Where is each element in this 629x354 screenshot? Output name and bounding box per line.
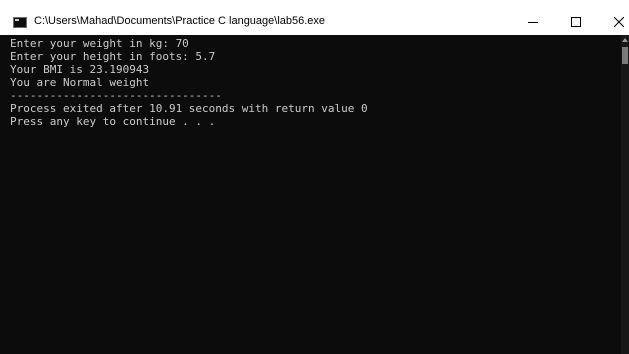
scroll-up-arrow-icon[interactable] (622, 38, 628, 42)
close-icon (614, 17, 624, 27)
console-line: You are Normal weight (10, 76, 150, 89)
console-window: C:\Users\Mahad\Documents\Practice C lang… (0, 9, 629, 354)
separator-line: -------------------------------- (10, 89, 222, 102)
maximize-button[interactable] (553, 9, 599, 35)
console-app-icon[interactable] (13, 17, 27, 28)
console-output[interactable]: Enter your weight in kg: 70 Enter your h… (0, 35, 621, 354)
title-bar[interactable]: C:\Users\Mahad\Documents\Practice C lang… (0, 9, 629, 35)
console-line: Enter your weight in kg: 70 (10, 37, 189, 50)
minimize-button[interactable] (510, 9, 556, 35)
window-title: C:\Users\Mahad\Documents\Practice C lang… (34, 15, 326, 27)
vertical-scrollbar[interactable] (621, 35, 629, 354)
console-line: Press any key to continue . . . (10, 115, 216, 128)
scrollbar-thumb[interactable] (622, 47, 628, 64)
console-line: Enter your height in foots: 5.7 (10, 50, 216, 63)
minimize-icon (528, 22, 538, 23)
console-line: Process exited after 10.91 seconds with … (10, 102, 368, 115)
console-line: Your BMI is 23.190943 (10, 63, 150, 76)
maximize-icon (571, 17, 581, 27)
close-button[interactable] (596, 9, 629, 35)
